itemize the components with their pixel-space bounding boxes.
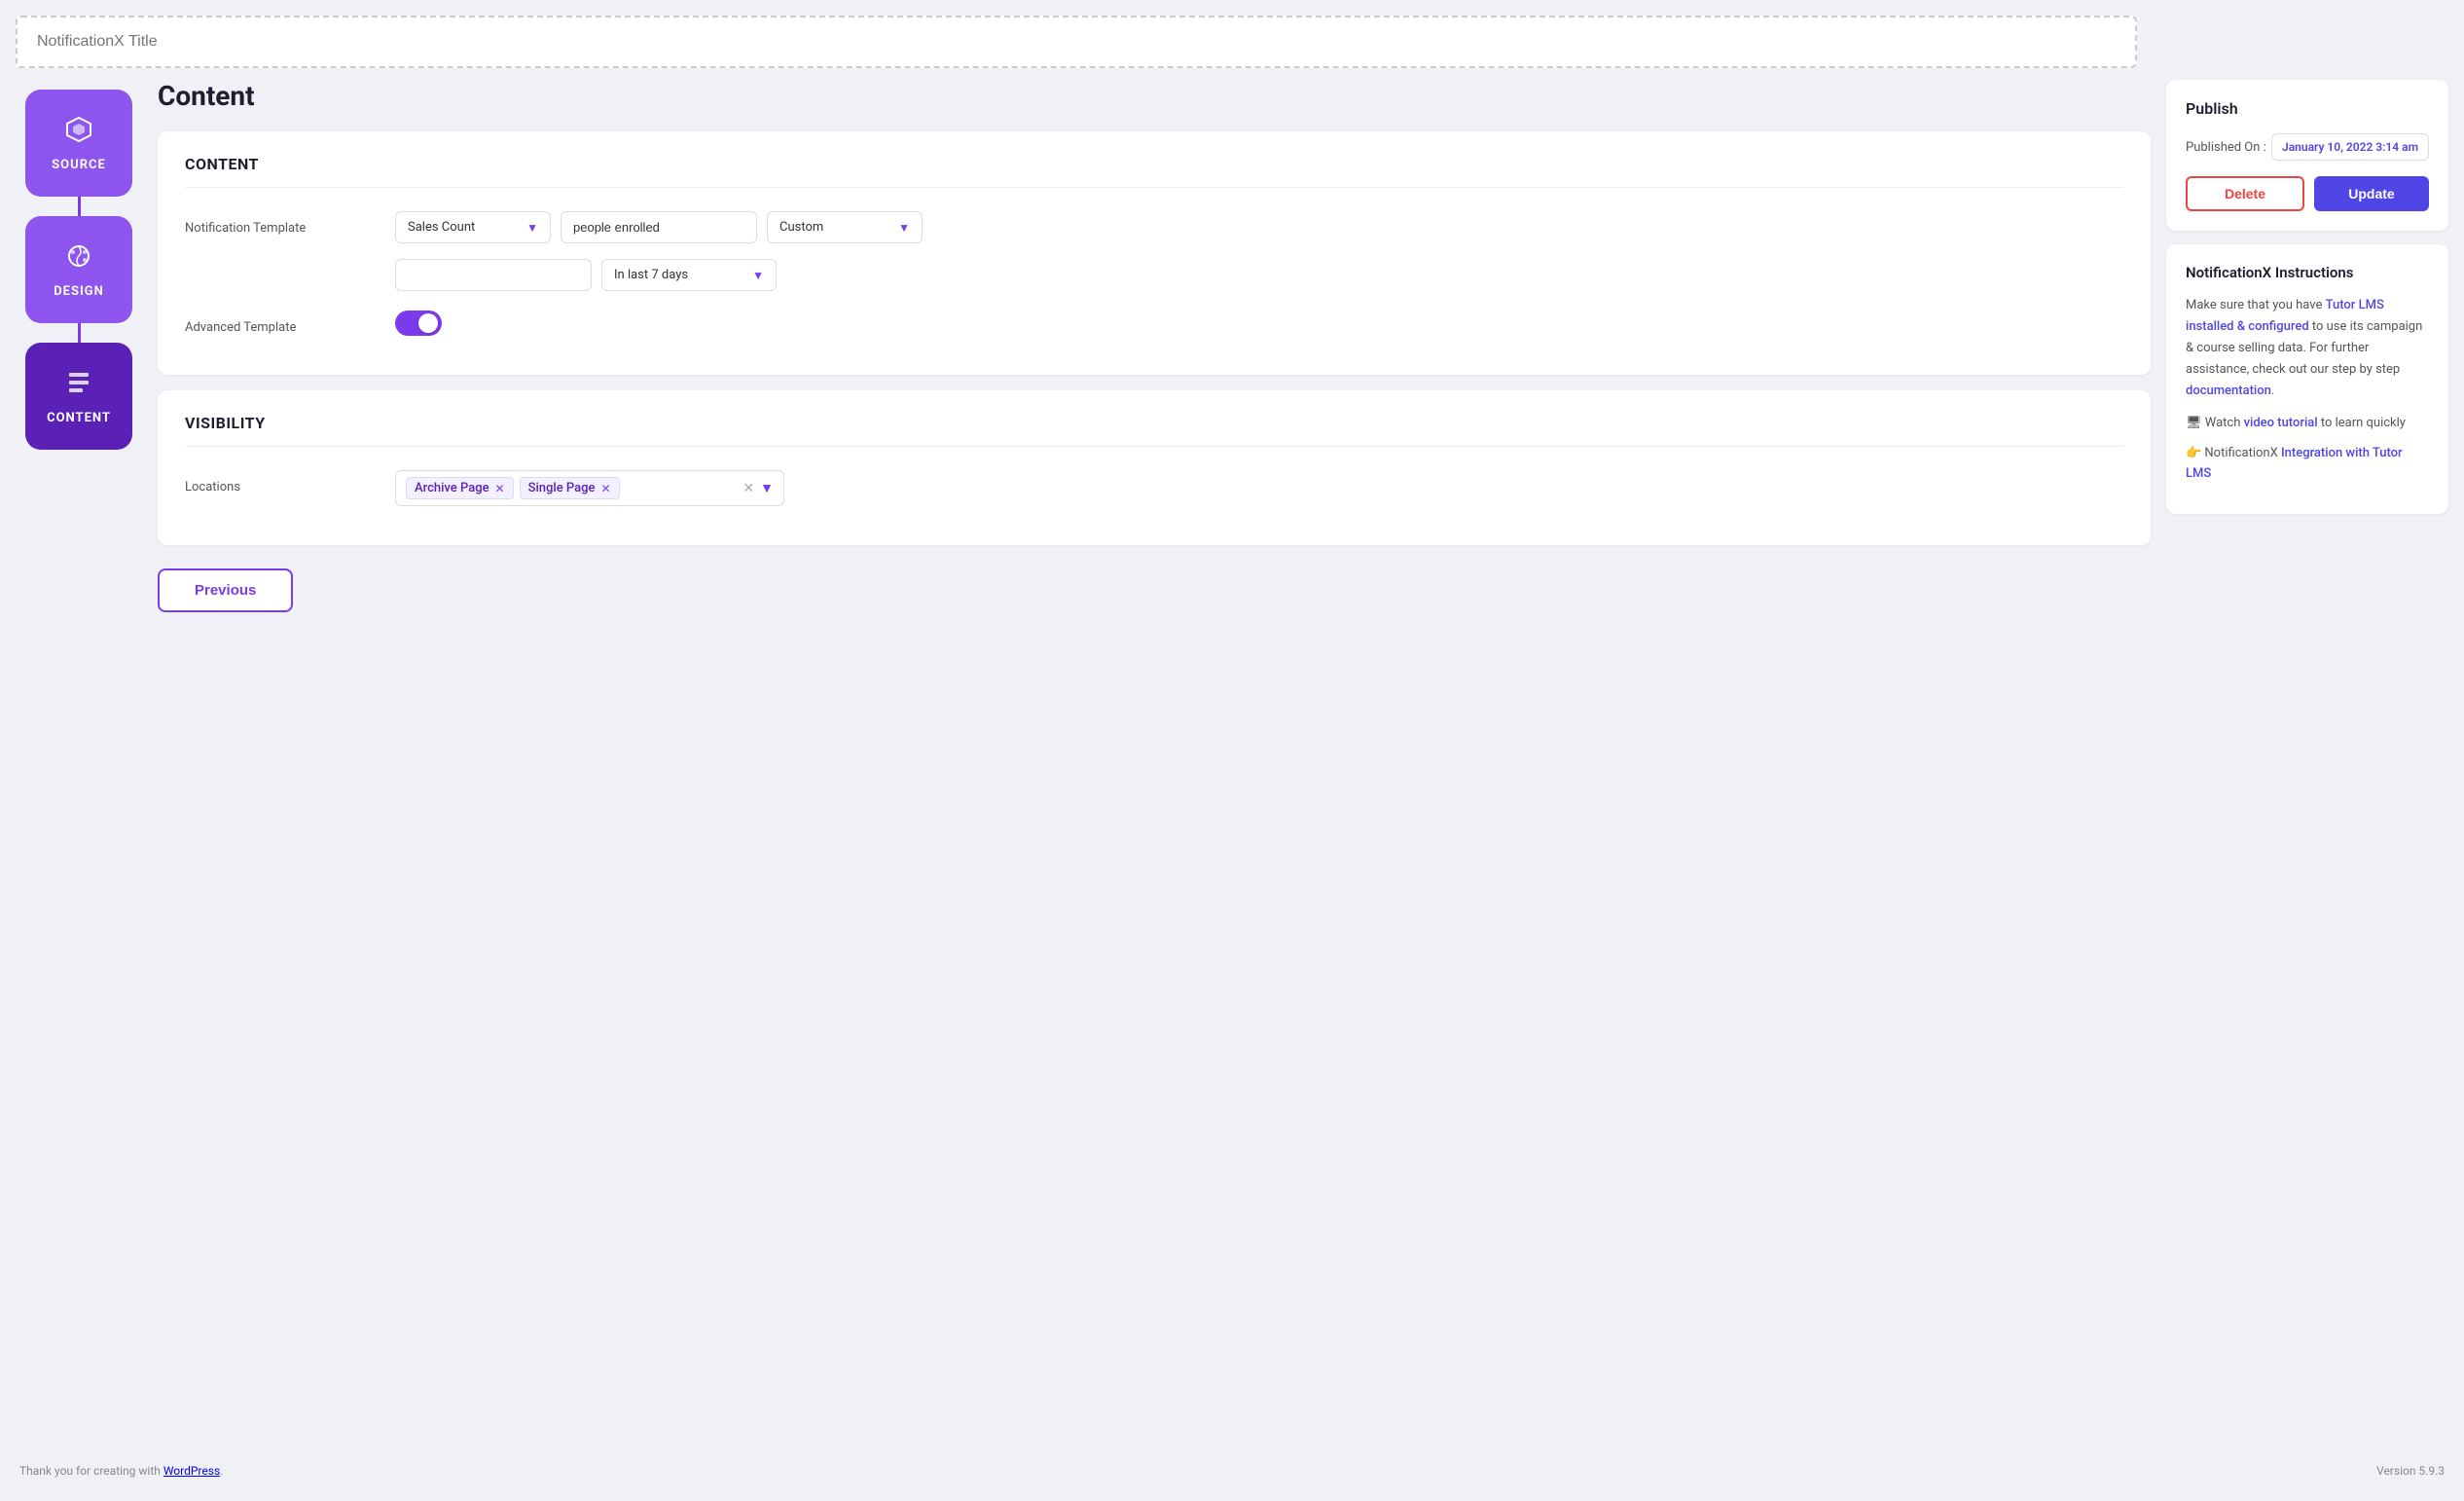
tag-input-actions: ✕ ▼ <box>743 480 774 496</box>
time-range-chevron-icon: ▼ <box>752 269 764 282</box>
notification-template-row: Notification Template Sales Count ▼ Cust… <box>185 211 2123 243</box>
instructions-main-text: Make sure that you have Tutor LMS instal… <box>2186 295 2429 402</box>
sales-count-dropdown[interactable]: Sales Count ▼ <box>395 211 551 243</box>
published-on-value: January 10, 2022 3:14 am <box>2271 133 2429 161</box>
locations-label: Locations <box>185 470 380 494</box>
content-label: CONTENT <box>47 411 111 425</box>
source-label: SOURCE <box>52 158 106 172</box>
right-sidebar: Publish Published On : January 10, 2022 … <box>2166 80 2448 1445</box>
wordpress-link[interactable]: WordPress <box>163 1464 220 1478</box>
publish-title: Publish <box>2186 99 2429 118</box>
notification-template-controls: Sales Count ▼ Custom ▼ <box>395 211 2123 243</box>
learn-quickly-text: to learn quickly <box>2318 416 2406 430</box>
video-tutorial-emoji: 🖥 <box>2186 416 2202 430</box>
custom-value: Custom <box>779 220 823 235</box>
actions-row: Previous <box>158 561 2151 620</box>
sales-count-chevron-icon: ▼ <box>526 221 538 235</box>
update-button[interactable]: Update <box>2314 176 2429 211</box>
publish-actions: Delete Update <box>2186 176 2429 211</box>
instructions-card: NotificationX Instructions Make sure tha… <box>2166 244 2448 514</box>
sales-count-value: Sales Count <box>408 220 475 235</box>
custom-dropdown[interactable]: Custom ▼ <box>767 211 923 243</box>
footer-text: Thank you for creating with <box>19 1464 163 1478</box>
sidebar-item-design[interactable]: DESIGN <box>25 216 132 323</box>
publish-date-row: Published On : January 10, 2022 3:14 am <box>2186 133 2429 161</box>
published-on-label: Published On : <box>2186 140 2266 155</box>
watch-text: Watch <box>2202 416 2244 430</box>
footer-left: Thank you for creating with WordPress. <box>19 1464 223 1478</box>
source-icon <box>63 114 94 152</box>
archive-page-remove-icon[interactable]: ✕ <box>495 483 505 494</box>
advanced-template-toggle-container <box>395 311 442 336</box>
page-heading: Content <box>158 80 2151 112</box>
content-section-title: CONTENT <box>185 155 2123 188</box>
notificationx-text: NotificationX <box>2201 446 2281 460</box>
documentation-link[interactable]: documentation <box>2186 384 2271 398</box>
time-range-dropdown[interactable]: In last 7 days ▼ <box>601 259 777 291</box>
content-card: CONTENT Notification Template Sales Coun… <box>158 131 2151 375</box>
visibility-section-title: VISIBILITY <box>185 414 2123 447</box>
locations-row: Locations Archive Page ✕ Single Page ✕ ✕ <box>185 470 2123 506</box>
delete-button[interactable]: Delete <box>2186 176 2304 211</box>
single-page-tag-label: Single Page <box>528 481 596 495</box>
archive-page-tag-label: Archive Page <box>415 481 489 495</box>
version-text: Version 5.9.3 <box>2376 1464 2445 1478</box>
notification-template-label: Notification Template <box>185 211 380 236</box>
previous-button[interactable]: Previous <box>158 568 293 612</box>
sidebar-item-source[interactable]: SOURCE <box>25 90 132 197</box>
instructions-text-1: Make sure that you have <box>2186 298 2326 312</box>
instructions-item-2: 👉 NotificationX Integration with Tutor L… <box>2186 444 2429 485</box>
single-page-remove-icon[interactable]: ✕ <box>600 483 610 494</box>
connector-2 <box>78 323 81 343</box>
single-page-tag: Single Page ✕ <box>520 477 620 499</box>
instructions-title: NotificationX Instructions <box>2186 264 2429 281</box>
archive-page-tag: Archive Page ✕ <box>406 477 514 499</box>
locations-tag-input[interactable]: Archive Page ✕ Single Page ✕ ✕ ▼ <box>395 470 784 506</box>
tag-dropdown-icon[interactable]: ▼ <box>760 480 774 496</box>
advanced-template-row: Advanced Template <box>185 311 2123 336</box>
page-footer: Thank you for creating with WordPress. V… <box>16 1456 2448 1485</box>
title-bar[interactable] <box>16 16 2137 68</box>
people-enrolled-input[interactable] <box>561 211 757 243</box>
tag-clear-icon[interactable]: ✕ <box>743 481 754 496</box>
design-label: DESIGN <box>54 284 104 299</box>
custom-chevron-icon: ▼ <box>898 221 910 235</box>
advanced-template-toggle[interactable] <box>395 311 442 336</box>
instructions-item-1: 🖥 Watch video tutorial to learn quickly <box>2186 414 2429 434</box>
instructions-text-3: . <box>2271 384 2274 398</box>
content-icon <box>63 367 94 405</box>
title-input[interactable] <box>37 33 2116 51</box>
connector-1 <box>78 197 81 216</box>
content-area: Content CONTENT Notification Template Sa… <box>158 80 2151 1445</box>
custom-text-input[interactable] <box>395 259 592 291</box>
integration-emoji: 👉 <box>2186 446 2201 460</box>
publish-card: Publish Published On : January 10, 2022 … <box>2166 80 2448 231</box>
time-range-value: In last 7 days <box>614 268 688 282</box>
advanced-template-label: Advanced Template <box>185 311 380 335</box>
visibility-card: VISIBILITY Locations Archive Page ✕ Sing… <box>158 390 2151 545</box>
left-sidebar: SOURCE DESIGN <box>16 80 142 1445</box>
video-tutorial-link[interactable]: video tutorial <box>2244 416 2318 430</box>
design-icon <box>63 240 94 278</box>
sidebar-item-content[interactable]: CONTENT <box>25 343 132 450</box>
